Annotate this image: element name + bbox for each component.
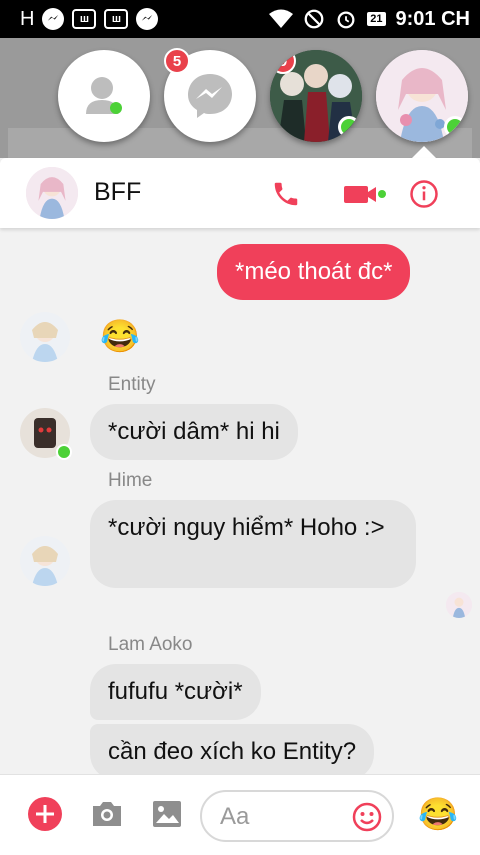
calendar-notification-icon: ш bbox=[72, 9, 97, 29]
contacts-icon bbox=[86, 77, 122, 114]
camera-icon bbox=[93, 802, 121, 826]
sender-avatar-hime[interactable] bbox=[20, 312, 70, 362]
bff-avatar-small bbox=[26, 167, 78, 219]
smiley-icon[interactable] bbox=[352, 802, 382, 832]
send-emoji-button[interactable]: 😂 bbox=[418, 795, 458, 833]
sender-name: Hime bbox=[108, 470, 153, 491]
message-list[interactable]: *méo thoát đc* 😂 Entity *cười dâm* hi hi… bbox=[0, 228, 480, 774]
sender-name: Lam Aoko bbox=[108, 634, 193, 655]
emoji-message[interactable]: 😂 bbox=[100, 318, 140, 354]
online-indicator-bff bbox=[444, 116, 466, 138]
call-button[interactable] bbox=[268, 176, 304, 212]
messenger-badge: 5 bbox=[164, 48, 190, 74]
network-indicator: H bbox=[20, 7, 35, 30]
message-bubble-incoming[interactable]: *cười nguy hiểm* Hoho :> bbox=[90, 500, 416, 588]
message-bubble-incoming[interactable]: *cười dâm* hi hi bbox=[90, 404, 298, 460]
video-call-button[interactable] bbox=[342, 176, 388, 212]
bff-avatar-seen bbox=[446, 592, 472, 618]
info-icon bbox=[410, 180, 438, 208]
alarm-icon bbox=[337, 11, 355, 29]
message-bubble-incoming[interactable]: cần đeo xích ko Entity? bbox=[90, 724, 375, 774]
add-icon bbox=[28, 797, 62, 831]
message-bubble-outgoing[interactable]: *méo thoát đc* bbox=[217, 244, 411, 300]
message-input[interactable] bbox=[218, 802, 352, 832]
messenger-notification-icon bbox=[42, 8, 65, 30]
hime-avatar bbox=[20, 536, 70, 586]
phone-icon bbox=[274, 182, 298, 206]
online-indicator bbox=[338, 116, 360, 138]
calendar-notification-icon-2: ш bbox=[104, 9, 129, 29]
chat-head-contacts[interactable] bbox=[58, 50, 150, 142]
gallery-button[interactable] bbox=[148, 795, 186, 833]
online-indicator-entity bbox=[56, 444, 72, 460]
message-composer: 😂 bbox=[0, 774, 480, 855]
info-button[interactable] bbox=[406, 176, 442, 212]
popup-caret bbox=[412, 146, 436, 158]
message-input-container[interactable] bbox=[200, 790, 394, 842]
hime-avatar bbox=[20, 312, 70, 362]
sender-avatar-entity[interactable] bbox=[20, 408, 72, 460]
sender-avatar-hime-2[interactable] bbox=[20, 536, 70, 586]
add-button[interactable] bbox=[26, 795, 64, 833]
header-avatar[interactable] bbox=[26, 167, 78, 219]
chat-head-bff[interactable] bbox=[376, 50, 468, 142]
messenger-notification-icon-2 bbox=[136, 8, 159, 30]
do-not-disturb-icon bbox=[304, 9, 324, 29]
battery-icon: 21 bbox=[367, 12, 386, 26]
video-icon bbox=[344, 186, 386, 203]
message-bubble-incoming[interactable]: fufufu *cười* bbox=[90, 664, 261, 720]
wifi-icon bbox=[269, 9, 294, 28]
conversation-title[interactable]: BFF bbox=[94, 178, 141, 207]
seen-indicator-avatar bbox=[446, 592, 472, 618]
chat-header: BFF bbox=[0, 158, 480, 228]
chat-head-group[interactable]: 9 bbox=[270, 50, 362, 142]
sender-name: Entity bbox=[108, 374, 156, 395]
status-bar: H ш ш 21 9:01 CH bbox=[0, 0, 480, 38]
gallery-icon bbox=[153, 801, 181, 827]
chat-head-messenger[interactable]: 5 bbox=[164, 48, 256, 142]
clock: 9:01 CH bbox=[395, 7, 470, 30]
camera-button[interactable] bbox=[88, 795, 126, 833]
